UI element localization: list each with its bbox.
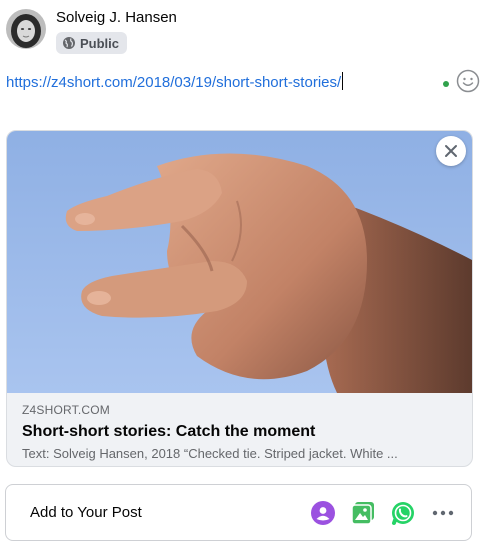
link-preview-card[interactable]: Z4SHORT.COM Short-short stories: Catch t… [6, 130, 473, 467]
more-options-button[interactable] [429, 499, 457, 527]
smiley-icon [456, 69, 480, 93]
link-title: Short-short stories: Catch the moment [22, 423, 316, 440]
emoji-button[interactable] [456, 69, 480, 93]
whatsapp-button[interactable] [389, 499, 417, 527]
privacy-selector[interactable]: Public [56, 32, 128, 54]
tag-people-icon [311, 501, 335, 525]
tag-people-button[interactable] [309, 499, 337, 527]
add-to-post-icons [309, 499, 457, 527]
link-domain: Z4SHORT.COM [22, 403, 110, 417]
add-to-post-bar: Add to Your Post [5, 484, 472, 541]
text-caret [342, 72, 344, 90]
more-icon [432, 510, 454, 516]
photo-video-icon [351, 502, 374, 525]
privacy-label: Public [80, 35, 120, 51]
link-preview-meta: Z4SHORT.COM Short-short stories: Catch t… [22, 403, 457, 462]
status-dot-icon [443, 81, 449, 87]
photo-video-button[interactable] [349, 499, 377, 527]
remove-preview-button[interactable] [436, 136, 466, 166]
close-icon [445, 145, 457, 157]
author-name: Solveig J. Hansen [56, 9, 177, 26]
post-composer[interactable]: https://z4short.com/2018/03/19/short-sho… [6, 66, 480, 100]
link-preview-image [7, 131, 472, 393]
whatsapp-icon [392, 502, 414, 525]
link-description: Text: Solveig Hansen, 2018 “Checked tie.… [22, 446, 398, 461]
add-to-post-label: Add to Your Post [30, 504, 142, 521]
globe-icon [62, 36, 76, 50]
composer-input[interactable]: https://z4short.com/2018/03/19/short-sho… [6, 72, 344, 91]
composer-link-text: https://z4short.com/2018/03/19/short-sho… [6, 74, 342, 91]
avatar[interactable] [6, 9, 46, 49]
post-header: Solveig J. Hansen Public [6, 9, 177, 55]
